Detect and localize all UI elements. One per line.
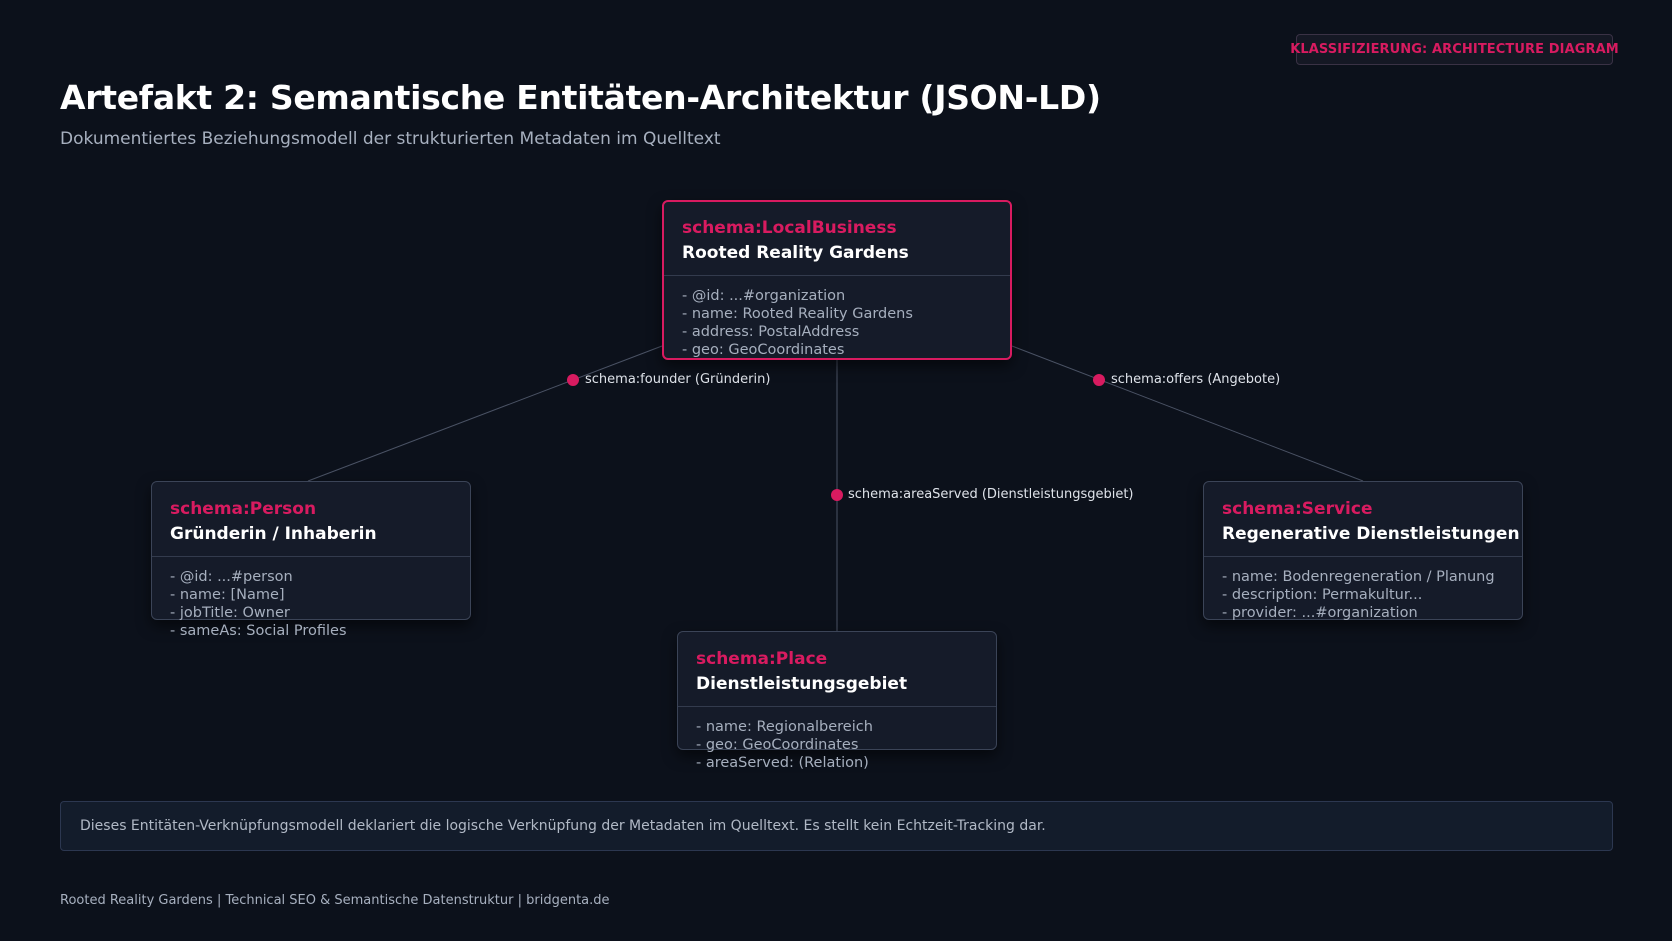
entity-person: schema:Person Gründerin / Inhaberin - @i… xyxy=(151,481,471,639)
entity-name: Regenerative Dienstleistungen xyxy=(1222,524,1520,544)
area-served-dot xyxy=(831,489,843,501)
entity-property: - geo: GeoCoordinates xyxy=(682,342,845,358)
entity-property: - provider: ...#organization xyxy=(1222,605,1418,621)
offers-label: schema:offers (Angebote) xyxy=(1111,372,1281,387)
offers-dot xyxy=(1093,374,1105,386)
entity-place: schema:Place Dienstleistungsgebiet - nam… xyxy=(677,631,997,771)
footer-text: Rooted Reality Gardens | Technical SEO &… xyxy=(60,893,610,908)
entity-type: schema:Service xyxy=(1222,499,1373,519)
entity-properties: - @id: ...#person - name: [Name] - jobTi… xyxy=(152,557,470,640)
entity-service: schema:Service Regenerative Dienstleistu… xyxy=(1203,481,1523,622)
entity-property: - geo: GeoCoordinates xyxy=(696,737,859,753)
entity-property: - areaServed: (Relation) xyxy=(696,755,869,771)
entity-property: - name: Rooted Reality Gardens xyxy=(682,306,913,322)
offers-line xyxy=(1011,345,1364,482)
entity-type: schema:LocalBusiness xyxy=(682,218,897,238)
founder-dot xyxy=(567,374,579,386)
entity-name: Rooted Reality Gardens xyxy=(682,243,909,263)
founder-label: schema:founder (Gründerin) xyxy=(585,372,771,387)
entity-header: schema:LocalBusiness Rooted Reality Gard… xyxy=(664,202,1010,276)
disclaimer-note: Dieses Entitäten-Verknüpfungsmodell dekl… xyxy=(60,801,1613,851)
area-served-label: schema:areaServed (Dienstleistungsgebiet… xyxy=(848,487,1134,502)
entity-property: - name: [Name] xyxy=(170,587,285,603)
entity-type: schema:Place xyxy=(696,649,828,669)
entity-header: schema:Place Dienstleistungsgebiet xyxy=(678,632,996,707)
founder-line xyxy=(307,345,663,482)
entity-properties: - name: Bodenregeneration / Planung - de… xyxy=(1204,557,1522,622)
entity-property: - address: PostalAddress xyxy=(682,324,860,340)
entity-type: schema:Person xyxy=(170,499,317,519)
entity-name: Dienstleistungsgebiet xyxy=(696,674,908,694)
entity-name: Gründerin / Inhaberin xyxy=(170,524,377,544)
entity-properties: - @id: ...#organization - name: Rooted R… xyxy=(664,276,1010,359)
entity-properties: - name: Regionalbereich - geo: GeoCoordi… xyxy=(678,707,996,772)
entity-property: - jobTitle: Owner xyxy=(170,605,290,621)
entity-property: - name: Regionalbereich xyxy=(696,719,873,735)
entity-property: - @id: ...#person xyxy=(170,569,293,585)
entity-local-business: schema:LocalBusiness Rooted Reality Gard… xyxy=(662,200,1012,360)
entity-property: - description: Permakultur... xyxy=(1222,587,1423,603)
entity-property: - name: Bodenregeneration / Planung xyxy=(1222,569,1495,585)
relation-lines xyxy=(307,345,1364,631)
entity-property: - @id: ...#organization xyxy=(682,288,846,304)
entity-property: - sameAs: Social Profiles xyxy=(170,623,347,639)
entity-header: schema:Person Gründerin / Inhaberin xyxy=(152,482,470,557)
entity-header: schema:Service Regenerative Dienstleistu… xyxy=(1204,482,1522,557)
